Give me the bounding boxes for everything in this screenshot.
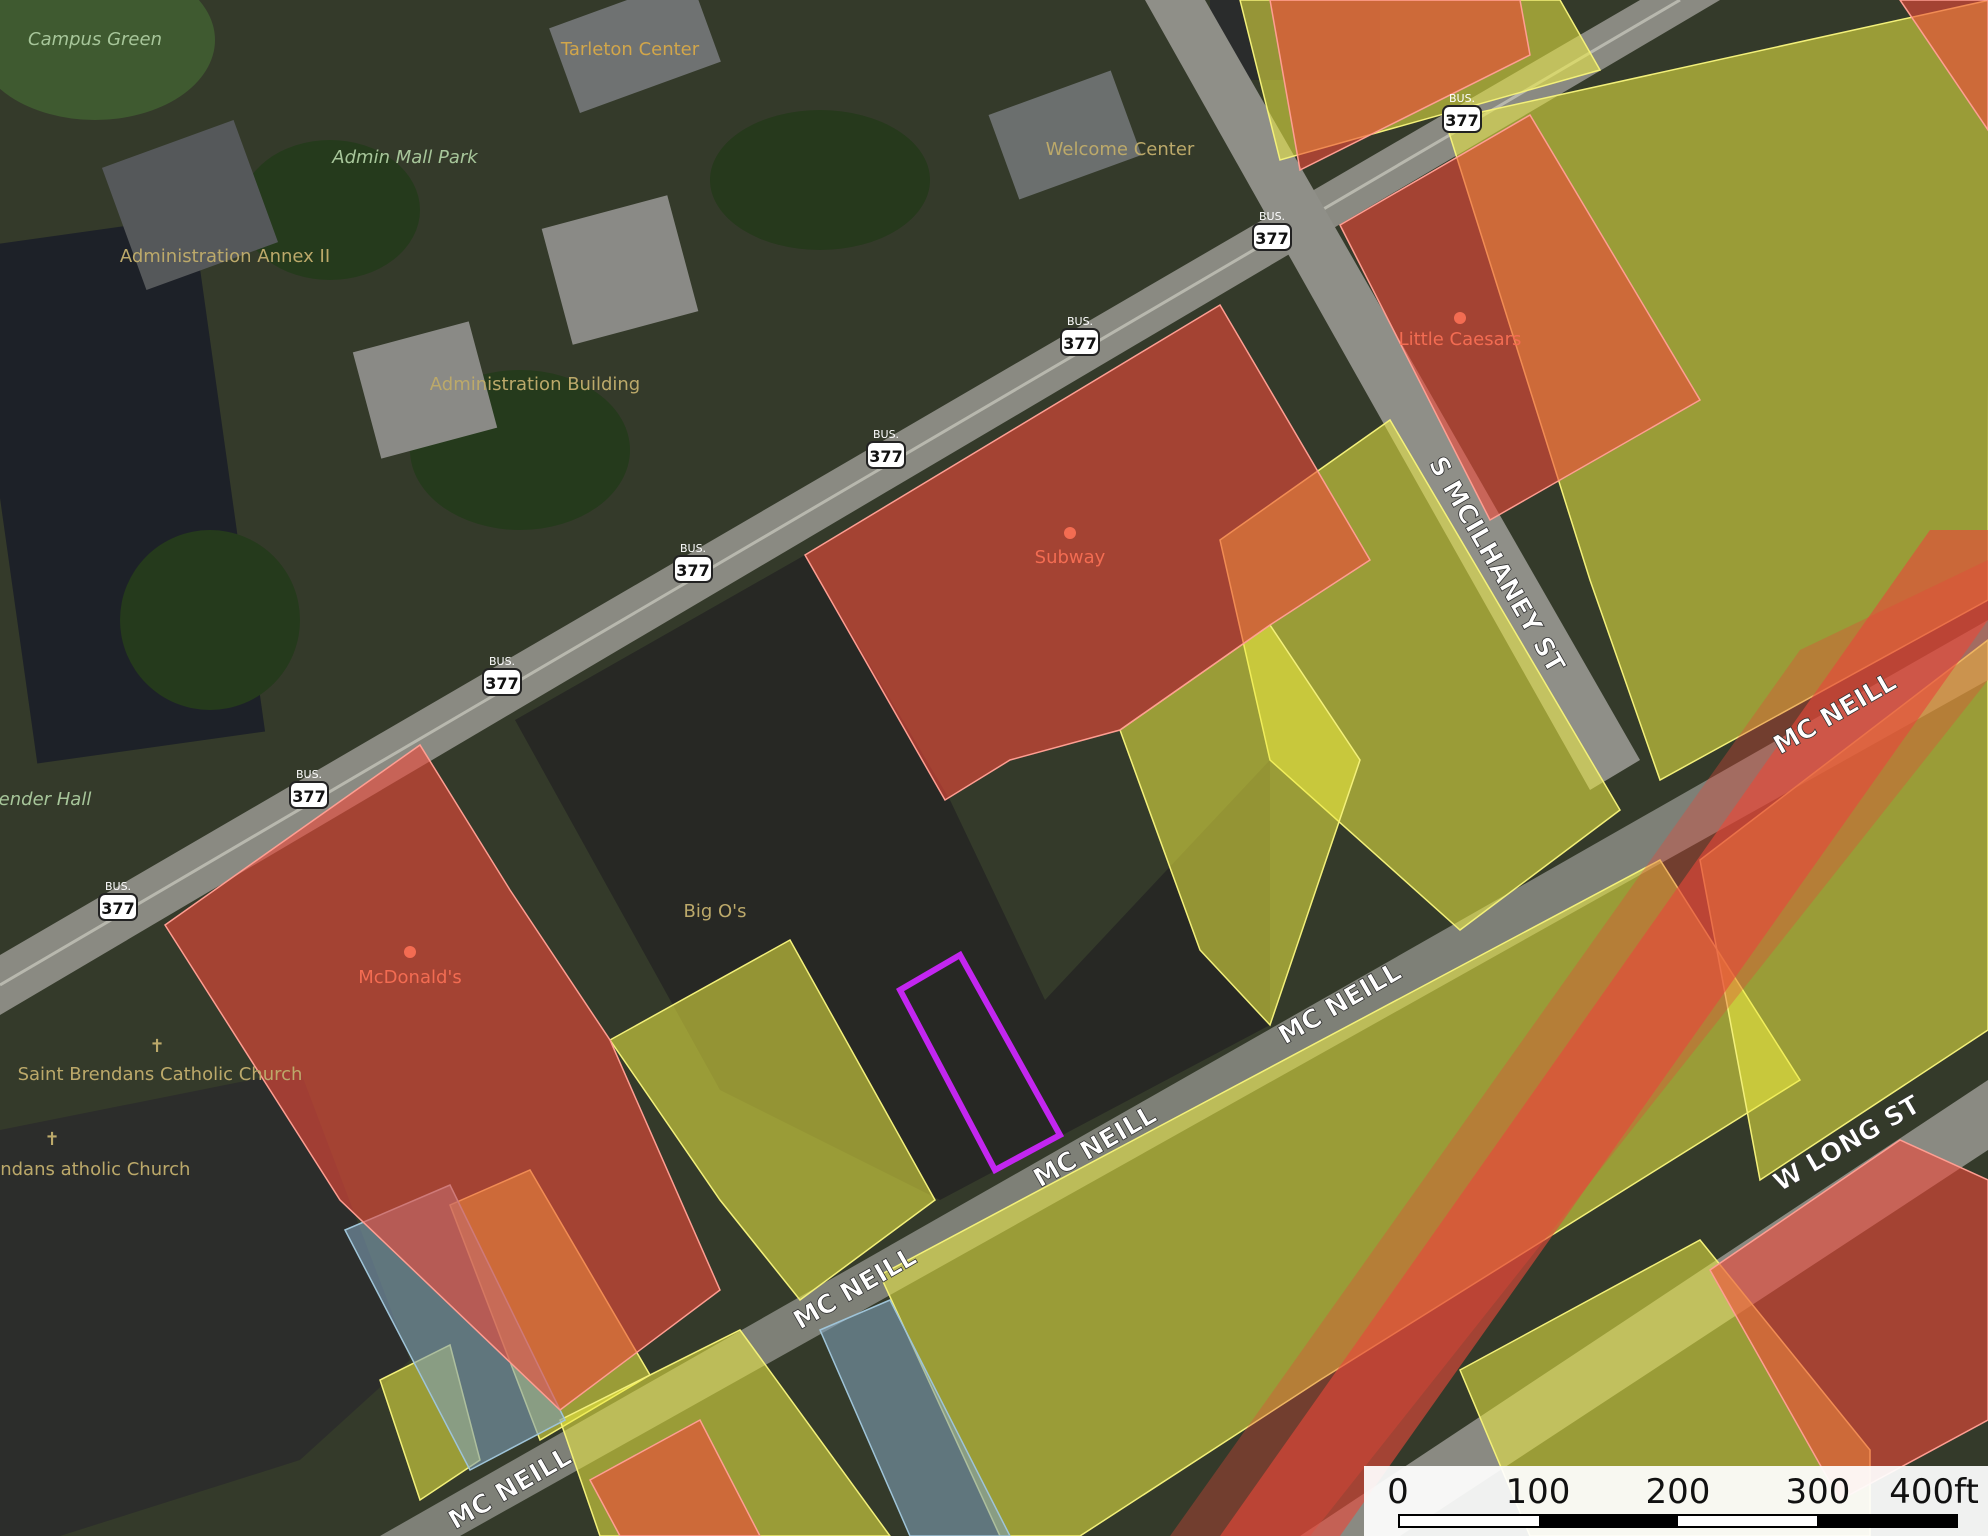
poi-label-mcdonalds: McDonald's	[358, 967, 462, 988]
svg-text:377: 377	[101, 899, 134, 918]
scale-tick-label: 200	[1645, 1472, 1711, 1512]
tree-cluster	[120, 530, 300, 710]
svg-text:377: 377	[869, 447, 902, 466]
scale-bar: 0 100 200 300 400ft	[1364, 1466, 1988, 1536]
poi-label-tarleton-center: Tarleton Center	[560, 39, 700, 60]
poi-label-big-os: Big O's	[684, 901, 747, 922]
map-canvas[interactable]: Campus Green Tarleton Center Admin Mall …	[0, 0, 1988, 1536]
svg-text:BUS.: BUS.	[680, 542, 706, 555]
scale-segment	[1678, 1516, 1817, 1526]
scale-segment	[1400, 1516, 1539, 1526]
poi-label-saint-brendans-cut: aint Brendans atholic Church	[0, 1159, 190, 1180]
scale-tick-label: 300	[1785, 1472, 1851, 1512]
poi-label-little-caesars: Little Caesars	[1399, 329, 1522, 350]
church-cross-icon: ✝	[149, 1036, 164, 1057]
scale-tick-label: 100	[1505, 1472, 1571, 1512]
tree-cluster	[710, 110, 930, 250]
scale-segment	[1817, 1516, 1956, 1526]
svg-text:377: 377	[485, 674, 518, 693]
svg-text:BUS.: BUS.	[489, 655, 515, 668]
poi-label-saint-brendans: Saint Brendans Catholic Church	[18, 1064, 303, 1085]
scale-tick-label: 0	[1387, 1472, 1409, 1512]
poi-label-admin-building: Administration Building	[430, 374, 640, 395]
svg-text:BUS.: BUS.	[873, 428, 899, 441]
poi-label-admin-annex: Administration Annex II	[120, 246, 330, 267]
restaurant-pin-icon[interactable]	[404, 946, 416, 958]
svg-text:BUS.: BUS.	[1449, 92, 1475, 105]
poi-label-subway: Subway	[1035, 547, 1106, 568]
svg-text:BUS.: BUS.	[105, 880, 131, 893]
scale-bar-graphic	[1398, 1514, 1958, 1528]
poi-label-ender-hall: ender Hall	[0, 789, 91, 810]
svg-text:377: 377	[676, 561, 709, 580]
svg-text:377: 377	[292, 787, 325, 806]
svg-text:377: 377	[1445, 111, 1478, 130]
restaurant-pin-icon[interactable]	[1064, 527, 1076, 539]
svg-text:377: 377	[1063, 334, 1096, 353]
restaurant-pin-icon[interactable]	[1454, 312, 1466, 324]
church-cross-icon: ✝	[44, 1129, 59, 1150]
poi-label-welcome-center: Welcome Center	[1046, 139, 1195, 160]
svg-text:BUS.: BUS.	[1067, 315, 1093, 328]
poi-label-campus-green: Campus Green	[28, 29, 162, 50]
svg-text:BUS.: BUS.	[296, 768, 322, 781]
svg-text:377: 377	[1255, 229, 1288, 248]
poi-label-admin-mall-park: Admin Mall Park	[331, 147, 479, 168]
scale-tick-label: 400ft	[1889, 1472, 1979, 1512]
svg-text:BUS.: BUS.	[1259, 210, 1285, 223]
scale-segment	[1539, 1516, 1678, 1526]
